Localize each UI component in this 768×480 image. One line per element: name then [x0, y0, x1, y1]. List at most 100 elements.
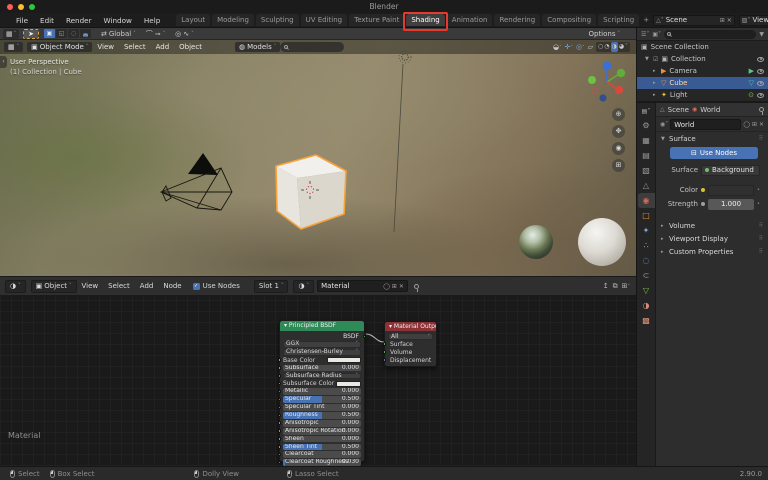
magnet-icon[interactable]: ⌒	[146, 29, 153, 39]
bsdf-row-slider[interactable]: Specular Tint 0.000	[283, 404, 361, 411]
tab-rendering[interactable]: Rendering	[494, 14, 541, 26]
shading-rendered-icon[interactable]: ◕	[619, 42, 624, 52]
world-fake-user-icon[interactable]: ◯	[743, 121, 750, 128]
gray-input-socket[interactable]	[277, 389, 282, 394]
asset-repo-label[interactable]: Models	[247, 43, 272, 51]
active-tool-select-button[interactable]: ➤	[23, 28, 39, 39]
shading-wireframe-icon[interactable]: ○	[598, 42, 603, 52]
asset-search-input[interactable]	[280, 42, 345, 52]
hide-in-viewport-icon[interactable]	[757, 80, 764, 86]
vector-input-socket[interactable]	[277, 374, 282, 378]
navigation-gizmo[interactable]	[586, 58, 628, 102]
surface-shader-value[interactable]: Background	[712, 166, 754, 174]
material-name-field[interactable]: Material ◯ ⊞ ✕	[317, 280, 408, 292]
outliner-id-filter-icon[interactable]: ▣˅	[652, 31, 661, 38]
sun-lamp[interactable]	[393, 50, 412, 233]
principled-node-header[interactable]: ▾ Principled BSDF	[280, 321, 364, 331]
add-workspace-button[interactable]: +	[639, 15, 653, 25]
ortho-toggle-button[interactable]: ⊞	[612, 159, 625, 172]
collection-checkbox-icon[interactable]: ☑	[653, 56, 658, 63]
xray-toggle[interactable]: ▱	[588, 43, 593, 51]
panel-custom-properties[interactable]: ▸ Custom Properties ⠿	[656, 245, 768, 258]
menu-file[interactable]: File	[10, 16, 34, 25]
outliner-row-root[interactable]: ▣ Scene Collection	[637, 41, 768, 53]
yellow-input-socket[interactable]	[277, 358, 282, 362]
shader-input-socket[interactable]	[382, 342, 387, 346]
menu-render[interactable]: Render	[60, 16, 98, 25]
unlink-scene-icon[interactable]: ✕	[727, 17, 732, 24]
zoom-view-button[interactable]: ⊕	[612, 108, 625, 121]
menu-help[interactable]: Help	[138, 16, 166, 25]
properties-tab-object-data[interactable]: ▽	[638, 283, 655, 298]
options-button[interactable]: Options ˅	[588, 30, 620, 38]
select-mode-tweak[interactable]: ▣	[44, 29, 55, 38]
hide-in-viewport-icon[interactable]	[757, 68, 764, 74]
properties-tab-material[interactable]: ◑	[638, 298, 655, 313]
bsdf-row-slider[interactable]: Roughness 0.500	[283, 412, 361, 419]
viewport-menu-object[interactable]: Object	[174, 43, 207, 51]
outliner-row-light[interactable]: ▸ ✦ Light ⊙	[637, 89, 768, 101]
node-grid-dropdown[interactable]: ⊞˅	[622, 282, 630, 291]
material-output-node[interactable]: ▾ Material Output All˅ SurfaceVolumeDisp…	[382, 321, 437, 367]
viewport-menu-add[interactable]: Add	[151, 43, 175, 51]
gray-input-socket[interactable]	[277, 452, 282, 457]
options-label[interactable]: Options	[588, 30, 615, 38]
bsdf-row-slider[interactable]: Anisotropic 0.000	[283, 419, 361, 427]
shading-options-caret[interactable]: ˅	[625, 42, 628, 52]
properties-tab-world[interactable]: ◉	[637, 193, 655, 208]
strength-animate-dot[interactable]: •	[757, 201, 760, 207]
gray-input-socket[interactable]	[277, 421, 282, 425]
tab-layout[interactable]: Layout	[176, 14, 211, 26]
panel-volume[interactable]: ▸ Volume ⠿	[656, 219, 768, 232]
gray-input-socket[interactable]	[277, 445, 282, 449]
gray-input-socket[interactable]	[277, 366, 282, 370]
object-visibility-dropdown[interactable]: ◒˅	[553, 43, 562, 51]
tab-uv-editing[interactable]: UV Editing	[300, 14, 348, 26]
material-name[interactable]: Material	[321, 282, 381, 290]
unlink-material-icon[interactable]: ✕	[399, 283, 404, 290]
properties-editor-type-button[interactable]: ▤˅	[638, 105, 655, 118]
camera-view-button[interactable]: ◉	[612, 142, 625, 155]
properties-tab-constraints[interactable]: ⊂	[638, 268, 655, 283]
tab-compositing[interactable]: Compositing	[542, 14, 597, 26]
strength-slider[interactable]: 1.000	[708, 198, 755, 210]
properties-tab-render[interactable]: ▦	[638, 133, 655, 148]
disclosure-icon[interactable]: ▸	[653, 80, 658, 86]
viewport-3d[interactable]: ▦ ˅ ▣ Object Mode ˅ View Select Add Object ◍ Mo…	[0, 40, 636, 276]
color-swatch[interactable]	[336, 380, 361, 387]
use-nodes-checkbox[interactable]: ✓	[192, 282, 200, 290]
outliner-row-collection[interactable]: ▼ ☑ ▣ Collection	[637, 53, 768, 65]
falloff-icon[interactable]: ∿	[183, 30, 189, 38]
panel-viewport-display[interactable]: ▸ Viewport Display ⠿	[656, 232, 768, 245]
properties-tab-scene[interactable]: △	[638, 178, 655, 193]
transform-orientation[interactable]: ⇄ Global ˅	[101, 30, 136, 38]
bsdf-row-slider[interactable]: Metallic 0.000	[283, 388, 361, 396]
surface-panel-header[interactable]: ▼ Surface ⠿	[656, 132, 768, 145]
proportional-edit-icon[interactable]: ◎	[175, 30, 181, 38]
view-layer-selector[interactable]: ▧˅ View Layer ⊞ ✕	[738, 14, 768, 26]
outliner-row-cube[interactable]: ▸ ▽ Cube ▽	[637, 77, 768, 89]
vector-input-socket[interactable]	[382, 358, 387, 362]
gray-input-socket[interactable]	[277, 405, 282, 410]
tab-modeling[interactable]: Modeling	[212, 14, 254, 26]
disclosure-icon[interactable]: ▸	[653, 68, 658, 74]
mode-selector[interactable]: ▣ Object Mode ˅	[27, 42, 93, 52]
properties-tab-tool[interactable]: ⚙	[638, 118, 655, 133]
outliner-item-label[interactable]: Camera	[669, 67, 745, 75]
world-browse-icon[interactable]: ◉˅	[660, 121, 668, 128]
gray-input-socket[interactable]	[277, 397, 282, 402]
bsdf-row-slider[interactable]: Sheen Tint 0.500	[283, 443, 361, 451]
properties-tab-texture[interactable]: ▩	[638, 313, 655, 328]
shading-solid-icon[interactable]: ◔	[604, 42, 609, 52]
shading-material-preview-icon[interactable]: ◑	[610, 42, 618, 52]
orientation-label[interactable]: Global	[109, 30, 131, 38]
snap-target-icon[interactable]: ⊸	[155, 30, 161, 38]
output-node-header[interactable]: ▾ Material Output	[385, 322, 436, 331]
bsdf-row-slider[interactable]: Subsurface 0.000	[283, 364, 361, 372]
tab-animation[interactable]: Animation	[446, 14, 493, 26]
overlays-dropdown[interactable]: ◎˅	[576, 43, 585, 51]
viewport-menu-select[interactable]: Select	[119, 43, 151, 51]
disclosure-icon[interactable]: ▼	[645, 56, 650, 62]
slot-label[interactable]: Slot 1	[259, 282, 279, 290]
snapping-controls[interactable]: ⌒ ⊸ ˅	[146, 29, 165, 39]
